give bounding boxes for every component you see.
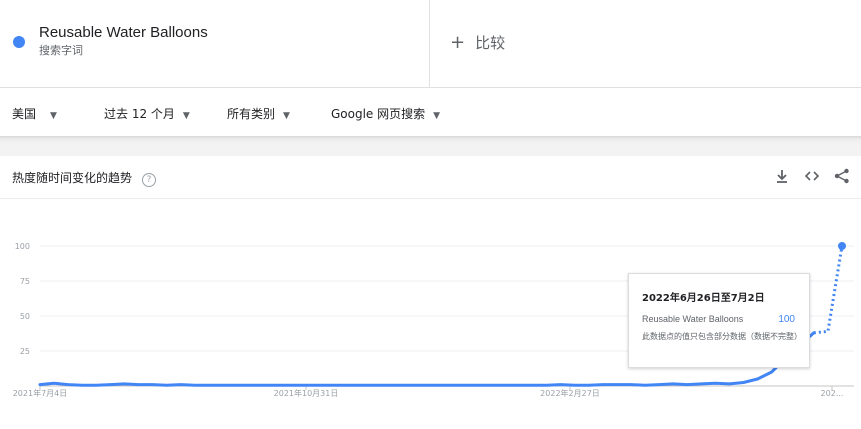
x-tick-label: 2021年10月31日 <box>274 388 339 398</box>
data-point-tooltip: 2022年6月26日至7月2日 Reusable Water Balloons … <box>628 273 810 368</box>
x-tick-label: 2022年2月27日 <box>540 388 600 398</box>
tooltip-term: Reusable Water Balloons <box>642 314 744 324</box>
y-tick-label: 100 <box>15 242 30 251</box>
x-tick-label: 202... <box>821 389 844 398</box>
tooltip-note: 此数据点的值只包含部分数据（数据不完整） <box>642 332 802 341</box>
y-tick-label: 25 <box>20 347 30 356</box>
y-tick-label: 75 <box>20 277 30 286</box>
tooltip-date: 2022年6月26日至7月2日 <box>642 293 765 304</box>
tooltip-value: 100 <box>778 314 795 325</box>
series-line-partial[interactable] <box>813 245 844 335</box>
data-point-marker[interactable] <box>838 242 846 250</box>
y-tick-label: 50 <box>20 312 30 321</box>
x-tick-label: 2021年7月4日 <box>13 388 68 398</box>
